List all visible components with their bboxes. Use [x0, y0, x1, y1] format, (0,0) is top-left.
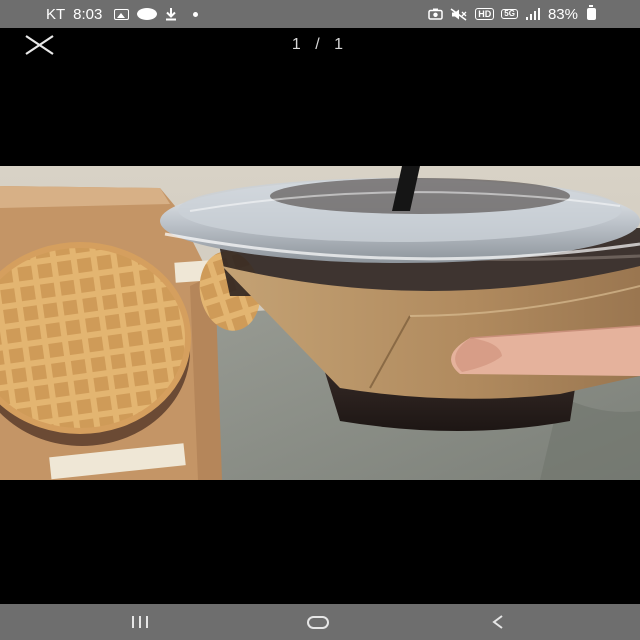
home-button[interactable]	[288, 604, 348, 640]
dot-icon	[193, 11, 199, 17]
back-button[interactable]	[468, 604, 528, 640]
camera-icon	[428, 8, 444, 20]
image-icon	[114, 8, 130, 20]
photo-image	[0, 166, 640, 480]
5g-icon: 5G	[501, 9, 518, 19]
mute-icon	[450, 7, 468, 21]
network-label: 5G	[501, 9, 518, 19]
recents-button[interactable]	[110, 604, 170, 640]
talk-icon	[137, 8, 158, 20]
status-bar: KT 8:03 HD 5G 83%	[0, 0, 640, 28]
photo[interactable]	[0, 166, 640, 480]
carrier-label: KT	[46, 5, 66, 23]
navigation-bar	[0, 604, 640, 640]
hd-icon: HD	[475, 8, 495, 20]
signal-icon	[525, 8, 541, 20]
download-icon	[165, 7, 177, 21]
home-icon	[307, 615, 329, 629]
battery-percent: 83%	[547, 5, 578, 23]
status-time: 8:03	[73, 5, 103, 23]
back-icon	[492, 615, 503, 629]
battery-icon	[587, 5, 596, 20]
recents-icon	[132, 616, 148, 628]
page-indicator: 1 / 1	[291, 36, 349, 53]
